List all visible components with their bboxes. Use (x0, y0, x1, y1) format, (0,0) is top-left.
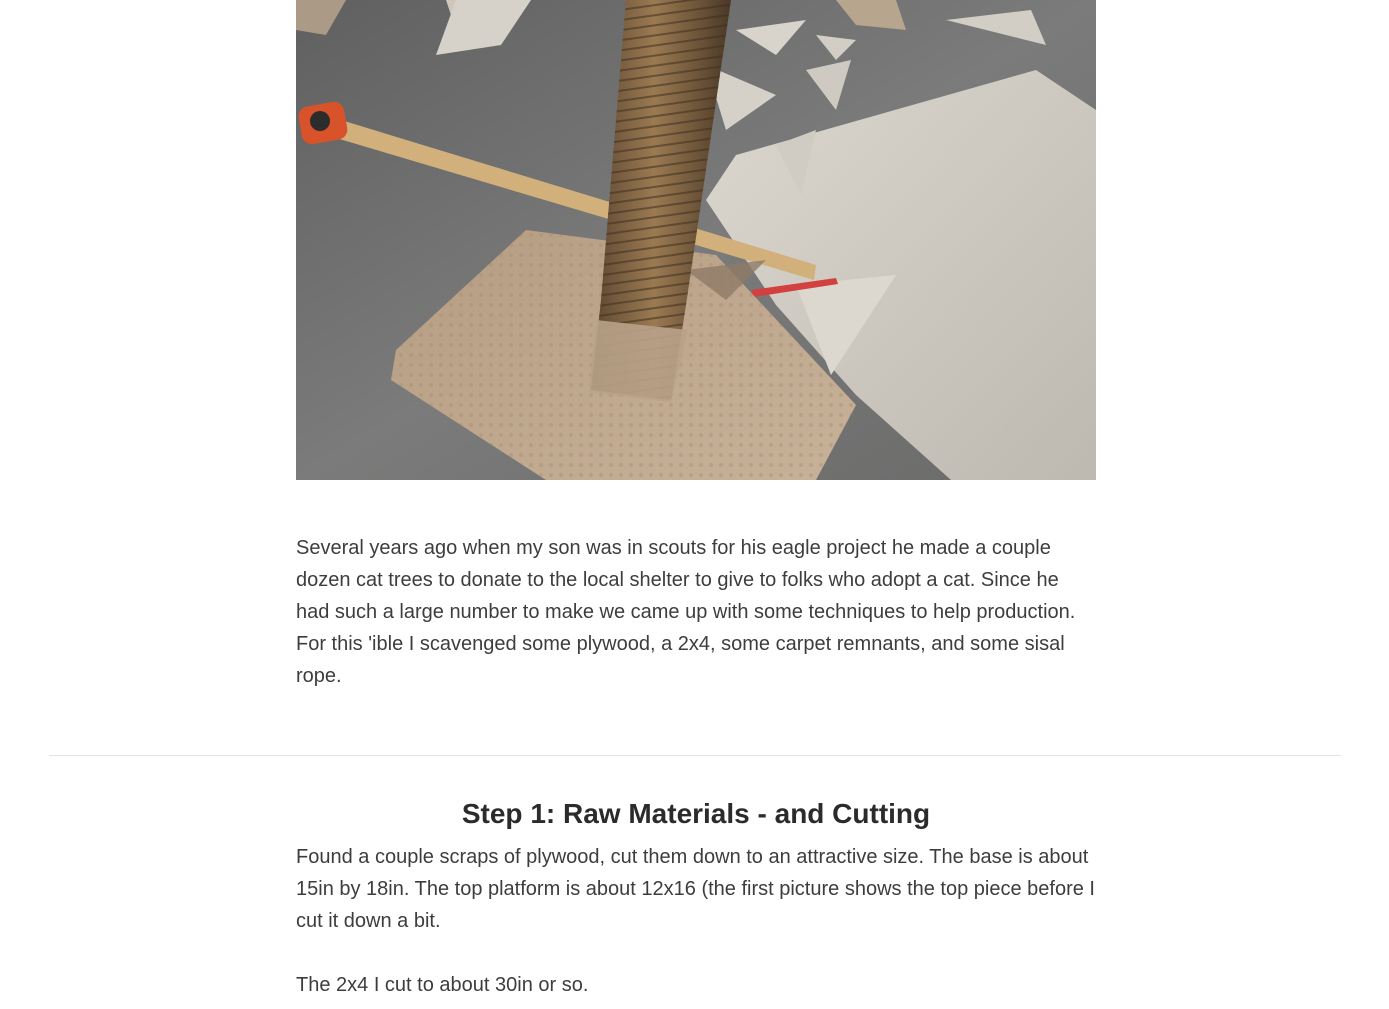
step-title: Step 1: Raw Materials - and Cutting (461, 798, 931, 829)
step-paragraph: The 2x4 I cut to about 30in or so. (296, 974, 589, 996)
hero-photo (296, 0, 1096, 480)
intro-paragraph: Several years ago when my son was in sco… (296, 537, 1076, 687)
step-body: Found a couple scraps of plywood, cut th… (296, 841, 1096, 1001)
section-divider (49, 755, 1341, 756)
step-paragraph: Found a couple scraps of plywood, cut th… (296, 846, 1095, 932)
